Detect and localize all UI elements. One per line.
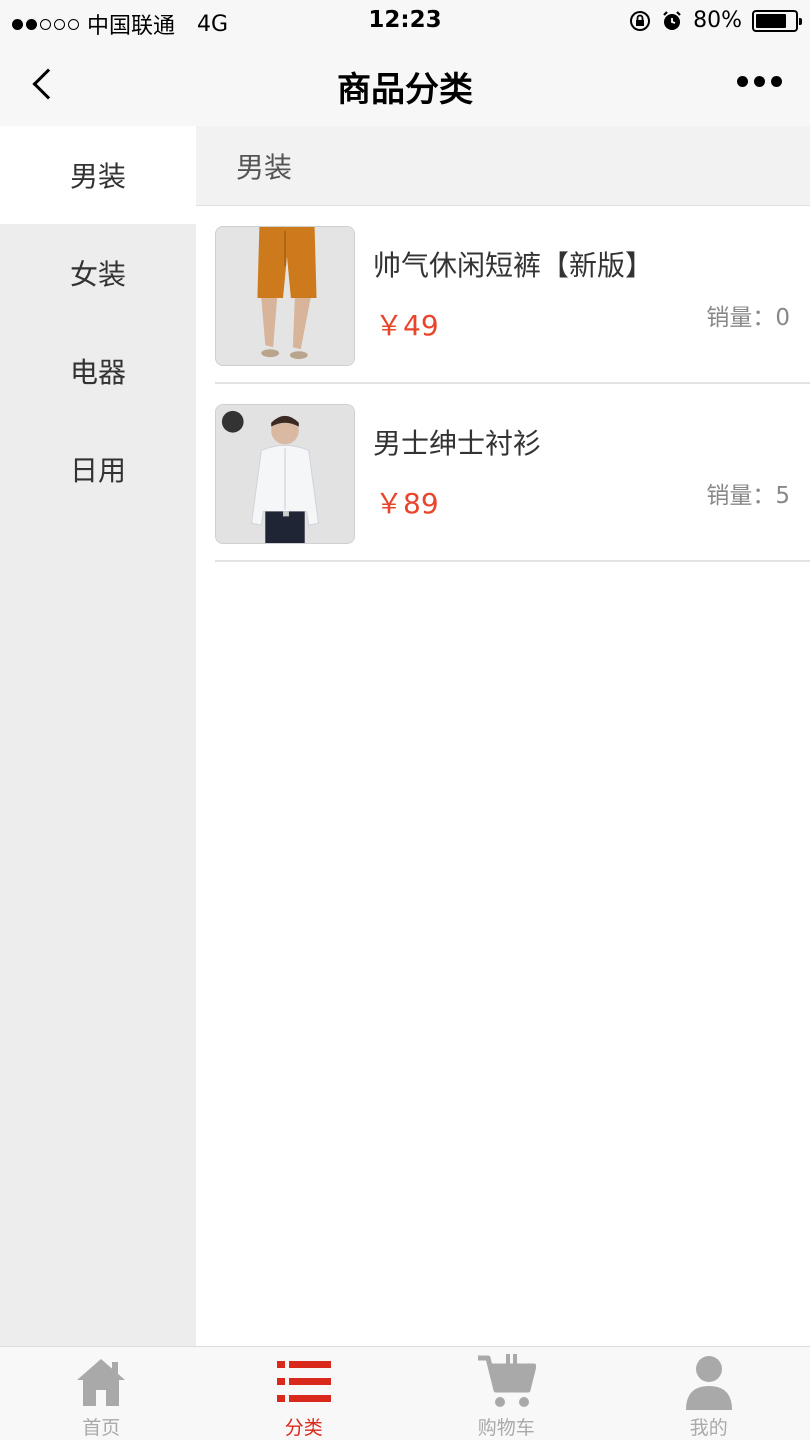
more-options-button[interactable] bbox=[737, 76, 782, 87]
sidebar-item-menswear[interactable]: 男装 bbox=[0, 126, 196, 224]
page-title: 商品分类 bbox=[337, 70, 473, 110]
product-sales: 销量：5 bbox=[706, 483, 790, 509]
product-name: 帅气休闲短裤【新版】 bbox=[373, 249, 654, 282]
tab-label: 我的 bbox=[689, 1417, 728, 1439]
tab-home[interactable]: 首页 bbox=[0, 1347, 203, 1440]
sidebar-item-daily-use[interactable]: 日用 bbox=[0, 420, 196, 518]
product-price: ￥49 bbox=[375, 309, 439, 342]
sidebar-item-label: 女装 bbox=[69, 258, 126, 291]
rotation-lock-icon bbox=[630, 10, 651, 31]
tab-bar: 首页 分类 购物车 我的 bbox=[0, 1346, 810, 1440]
list-icon bbox=[274, 1353, 334, 1411]
user-icon bbox=[679, 1353, 739, 1411]
tab-profile[interactable]: 我的 bbox=[608, 1347, 810, 1440]
home-icon bbox=[71, 1353, 131, 1411]
sidebar-item-label: 日用 bbox=[69, 454, 126, 487]
tab-label: 首页 bbox=[82, 1417, 121, 1439]
product-price: ￥89 bbox=[375, 487, 439, 520]
sidebar-item-womenswear[interactable]: 女装 bbox=[0, 224, 196, 322]
sidebar-item-label: 电器 bbox=[69, 356, 126, 389]
tab-label: 分类 bbox=[284, 1417, 323, 1439]
ellipsis-icon bbox=[771, 76, 782, 87]
category-sidebar: 男装 女装 电器 日用 bbox=[0, 126, 196, 1346]
status-bar: 中国联通 4G 12:23 80% bbox=[0, 0, 810, 42]
shirt-product-image[interactable] bbox=[215, 404, 355, 544]
ellipsis-icon bbox=[737, 76, 748, 87]
battery-icon bbox=[752, 9, 802, 32]
battery-percent: 80% bbox=[693, 8, 742, 33]
category-header: 男装 bbox=[196, 126, 810, 206]
sidebar-item-appliances[interactable]: 电器 bbox=[0, 322, 196, 420]
navigation-bar: 商品分类 bbox=[0, 42, 810, 126]
shorts-product-image[interactable] bbox=[215, 226, 355, 366]
battery-fill bbox=[756, 13, 787, 28]
ellipsis-icon bbox=[754, 76, 765, 87]
tab-category[interactable]: 分类 bbox=[203, 1347, 406, 1440]
product-item[interactable]: 男士绅士衬衫 ￥89 销量：5 bbox=[215, 384, 810, 562]
sidebar-item-label: 男装 bbox=[69, 160, 126, 193]
tab-cart[interactable]: 购物车 bbox=[405, 1347, 608, 1440]
product-sales: 销量：0 bbox=[706, 305, 790, 331]
product-list: 帅气休闲短裤【新版】 ￥49 销量：0 男士绅士衬衫 ￥89 销量：5 bbox=[196, 206, 810, 562]
alarm-icon bbox=[663, 10, 681, 30]
status-right: 80% bbox=[629, 8, 802, 33]
product-name: 男士绅士衬衫 bbox=[373, 427, 542, 460]
tab-label: 购物车 bbox=[477, 1417, 535, 1439]
product-item[interactable]: 帅气休闲短裤【新版】 ￥49 销量：0 bbox=[215, 206, 810, 384]
cart-icon bbox=[476, 1353, 537, 1411]
product-panel: 男装 帅气休闲短裤【新版】 ￥49 销量：0 男士绅士衬衫 ￥89 销量：5 bbox=[196, 126, 810, 1346]
